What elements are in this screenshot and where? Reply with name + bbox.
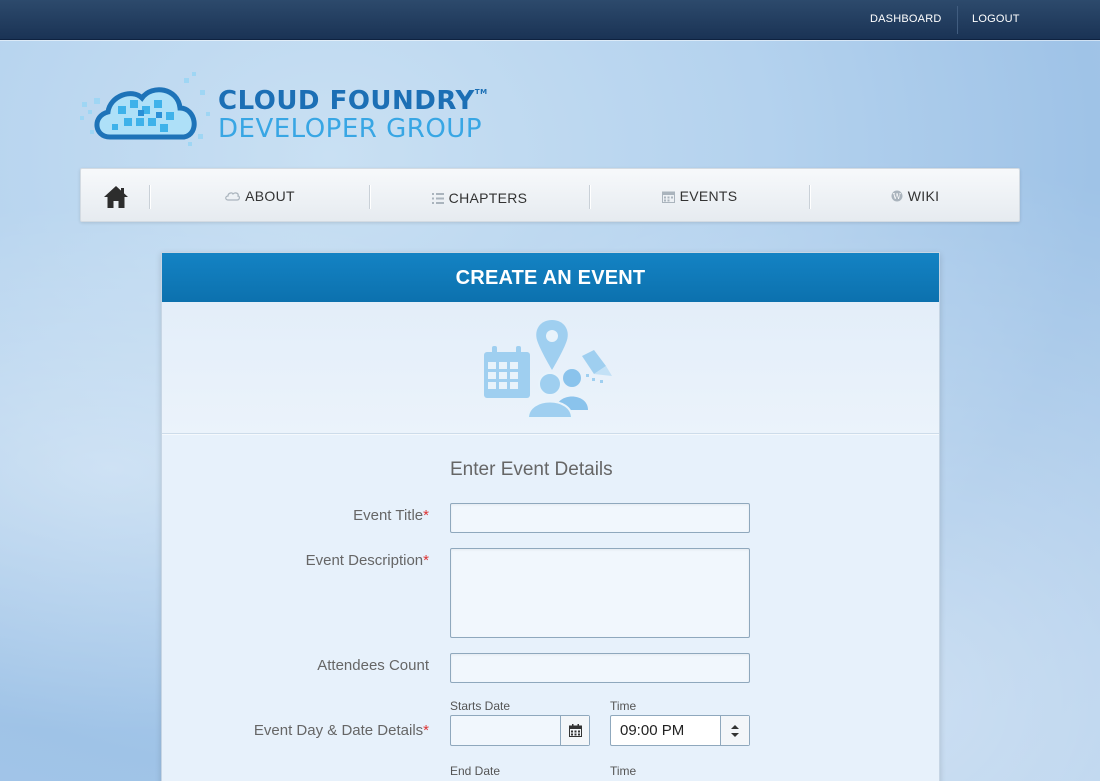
attendees-count-input[interactable] (450, 653, 750, 683)
calendar-icon (568, 724, 582, 737)
event-illustration-icon (484, 320, 612, 419)
starts-date-label: Starts Date (450, 699, 511, 713)
required-marker: * (423, 722, 429, 739)
event-title-label: Event Title* (353, 507, 429, 524)
nav-item-label: WIKI (907, 188, 940, 204)
dashboard-link[interactable]: DASHBOARD (870, 0, 941, 39)
start-time-label: Time (610, 699, 637, 713)
event-day-date-label: Event Day & Date Details* (254, 722, 429, 739)
logo-line-1: CLOUD FOUNDRYTM (218, 86, 488, 116)
topbar-divider (957, 6, 958, 34)
form-title: Enter Event Details (450, 459, 613, 480)
attendees-count-label: Attendees Count (317, 657, 429, 674)
time-spinner[interactable] (720, 716, 749, 745)
required-marker: * (423, 552, 429, 569)
start-time-input[interactable]: 09:00 PM (610, 715, 750, 746)
required-marker: * (423, 507, 429, 524)
nav-item-about[interactable]: ABOUT (150, 169, 369, 223)
event-day-date-label-text: Event Day & Date Details (253, 722, 424, 739)
end-date-label: End Date (450, 764, 501, 778)
cloud-icon (225, 192, 241, 201)
trademark-mark: TM (474, 88, 488, 96)
list-icon (431, 192, 444, 204)
nav-item-label: CHAPTERS (448, 190, 528, 206)
event-title-input[interactable] (450, 503, 750, 533)
logo-line-2: DEVELOPER GROUP (218, 114, 483, 144)
event-description-label-text: Event Description (305, 552, 424, 569)
nav-item-wiki[interactable]: W WIKI (810, 169, 1020, 223)
nav-item-label: ABOUT (245, 188, 295, 204)
cloud-logo-icon (80, 72, 210, 146)
nav-item-label: EVENTS (679, 188, 738, 204)
nav-item-chapters[interactable]: CHAPTERS (370, 169, 589, 223)
logo-brand-text: CLOUD FOUNDRY (218, 86, 475, 116)
wordpress-icon: W (891, 190, 903, 202)
calendar-icon (661, 191, 675, 203)
end-time-label: Time (610, 764, 637, 778)
start-time-value: 09:00 PM (620, 722, 685, 739)
main-nav: ABOUT CHAPTERS EVENTS W WIKI (80, 168, 1020, 222)
panel-hero (162, 302, 939, 434)
up-down-arrows-icon (731, 724, 739, 737)
logout-link[interactable]: LOGOUT (972, 0, 1020, 39)
event-description-textarea[interactable] (450, 548, 750, 638)
date-picker-button[interactable] (560, 716, 589, 745)
home-icon[interactable] (103, 185, 129, 209)
starts-date-input[interactable] (450, 715, 590, 746)
event-title-label-text: Event Title (353, 507, 424, 524)
svg-text:W: W (892, 192, 901, 201)
event-description-label: Event Description* (306, 552, 429, 569)
nav-item-events[interactable]: EVENTS (590, 169, 809, 223)
top-bar: DASHBOARD LOGOUT (0, 0, 1100, 40)
panel-title: CREATE AN EVENT (162, 253, 939, 302)
create-event-panel: CREATE AN EVENT Enter Event Details Even… (161, 252, 940, 781)
site-logo[interactable]: CLOUD FOUNDRYTM DEVELOPER GROUP (80, 72, 520, 152)
